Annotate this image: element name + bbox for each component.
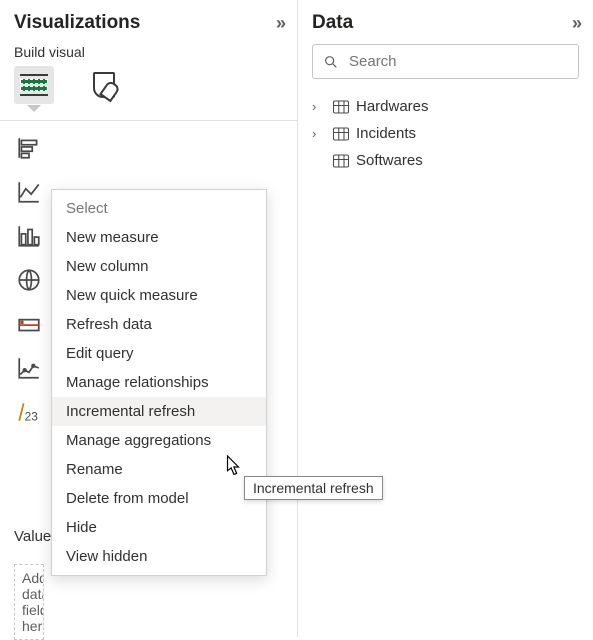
context-menu-item-incremental-refresh[interactable]: Incremental refresh — [52, 397, 266, 426]
viz-type-map[interactable] — [14, 265, 44, 295]
gauge-icon — [16, 311, 42, 337]
data-search-box[interactable] — [312, 44, 579, 79]
collapse-data-button[interactable]: » — [572, 13, 579, 34]
table-label: Hardwares — [356, 98, 429, 115]
format-visual-icon — [93, 72, 115, 98]
table-item-incidents[interactable]: › Incidents — [312, 120, 579, 147]
context-menu-item-new-column[interactable]: New column — [52, 252, 266, 281]
collapse-visualizations-button[interactable]: » — [276, 13, 283, 34]
data-pane: Data » › Hardwares › Incidents › Softwar… — [297, 0, 593, 637]
tables-tree: › Hardwares › Incidents › Softwares — [312, 93, 579, 174]
globe-icon — [16, 267, 42, 293]
context-menu-item-edit-query[interactable]: Edit query — [52, 339, 266, 368]
table-label: Softwares — [356, 152, 423, 169]
format-visual-tab[interactable] — [84, 66, 124, 104]
build-visual-icon — [20, 74, 48, 96]
viz-type-ribbon[interactable] — [14, 221, 44, 251]
chevron-right-icon: › — [312, 99, 326, 114]
visualizations-title: Visualizations — [14, 12, 140, 34]
context-menu-item-view-hidden[interactable]: View hidden — [52, 542, 266, 571]
table-icon — [332, 126, 350, 142]
context-menu-item-delete-from-model[interactable]: Delete from model — [52, 484, 266, 513]
svg-text:23: 23 — [25, 410, 39, 424]
context-menu-item-new-quick-measure[interactable]: New quick measure — [52, 281, 266, 310]
data-search-input[interactable] — [347, 52, 568, 71]
context-menu-item-refresh-data[interactable]: Refresh data — [52, 310, 266, 339]
stacked-bar-icon — [16, 135, 42, 161]
viz-type-stacked-bar[interactable] — [14, 133, 44, 163]
context-menu-item-hide[interactable]: Hide — [52, 513, 266, 542]
table-icon — [332, 99, 350, 115]
data-title: Data — [312, 12, 353, 34]
ribbon-chart-icon — [16, 223, 42, 249]
viz-type-gauge[interactable] — [14, 309, 44, 339]
table-item-hardwares[interactable]: › Hardwares — [312, 93, 579, 120]
table-context-menu: Select New measure New column New quick … — [51, 189, 267, 576]
viz-type-line[interactable] — [14, 177, 44, 207]
line-chart-icon — [16, 179, 42, 205]
table-icon — [332, 153, 350, 169]
viz-type-python[interactable]: 23 — [14, 397, 44, 427]
search-icon — [323, 54, 339, 70]
table-item-softwares[interactable]: › Softwares — [312, 147, 579, 174]
context-menu-item-manage-aggregations[interactable]: Manage aggregations — [52, 426, 266, 455]
context-menu-item-manage-relationships[interactable]: Manage relationships — [52, 368, 266, 397]
kpi-icon — [16, 355, 42, 381]
chevron-right-icon: › — [312, 126, 326, 141]
table-label: Incidents — [356, 125, 416, 142]
values-field-well-dropzone[interactable]: Add data fields here — [14, 564, 44, 640]
context-menu-item-rename[interactable]: Rename — [52, 455, 266, 484]
context-menu-item-select[interactable]: Select — [52, 194, 266, 223]
context-menu-item-new-measure[interactable]: New measure — [52, 223, 266, 252]
viz-type-kpi[interactable] — [14, 353, 44, 383]
build-visual-subtitle: Build visual — [14, 44, 283, 60]
script-icon: 23 — [16, 399, 42, 425]
tooltip: Incremental refresh — [244, 476, 383, 500]
build-visual-tab[interactable] — [14, 66, 54, 104]
